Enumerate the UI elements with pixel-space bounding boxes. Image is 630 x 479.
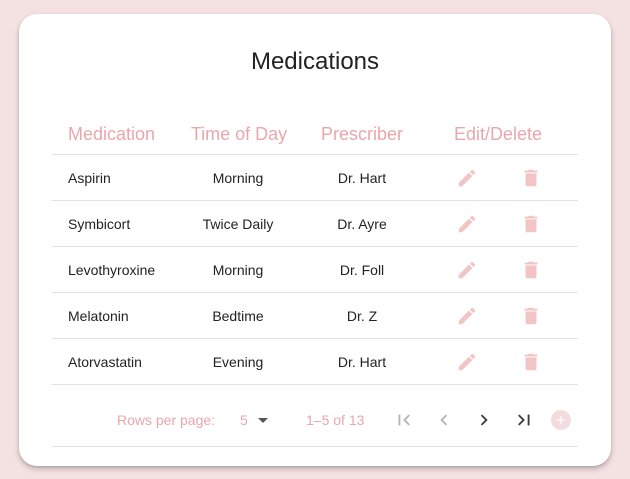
cell-medication: Levothyroxine <box>68 261 156 278</box>
pencil-icon <box>458 261 476 278</box>
column-header-time-of-day[interactable]: Time of Day <box>184 114 294 154</box>
chevron-right-icon <box>480 414 488 426</box>
caret-down-icon <box>257 417 268 423</box>
last-page-button[interactable] <box>512 408 536 432</box>
chevron-left-icon <box>440 414 448 426</box>
cell-prescriber: Dr. Ayre <box>337 215 387 232</box>
delete-button[interactable] <box>518 247 544 292</box>
medications-card: Medications Medication Time of Day Presc… <box>19 14 611 466</box>
pencil-icon <box>458 169 476 186</box>
cell-prescriber: Dr. Hart <box>337 169 387 186</box>
cell-time-of-day: Morning <box>212 169 264 186</box>
delete-button[interactable] <box>518 155 544 200</box>
pencil-icon <box>458 215 476 232</box>
trash-icon <box>524 307 538 324</box>
cell-time-of-day: Bedtime <box>212 307 264 324</box>
trash-icon <box>524 215 538 232</box>
edit-button[interactable] <box>454 339 480 384</box>
delete-button[interactable] <box>518 201 544 246</box>
rows-per-page-select[interactable]: 5 <box>240 394 268 446</box>
cell-medication: Melatonin <box>68 307 129 324</box>
cell-medication: Aspirin <box>68 169 111 186</box>
last-page-icon <box>518 414 530 426</box>
delete-button[interactable] <box>518 293 544 338</box>
first-page-icon <box>398 414 410 426</box>
edit-button[interactable] <box>454 247 480 292</box>
table-row: Symbicort Twice Daily Dr. Ayre <box>52 201 578 247</box>
column-header-edit-delete: Edit/Delete <box>454 123 543 144</box>
pencil-icon <box>458 353 476 370</box>
first-page-button[interactable] <box>392 408 416 432</box>
page-title: Medications <box>250 48 380 75</box>
next-page-button[interactable] <box>472 408 496 432</box>
cell-medication: Symbicort <box>68 215 131 232</box>
table-row: Levothyroxine Morning Dr. Foll <box>52 247 578 293</box>
add-circle-icon <box>551 410 571 430</box>
cell-medication: Atorvastatin <box>68 353 142 370</box>
pencil-icon <box>458 307 476 324</box>
cell-prescriber: Dr. Z <box>346 307 378 324</box>
pagination-range: 1–5 of 13 <box>306 412 365 428</box>
rows-per-page-label: Rows per page: <box>117 412 216 428</box>
column-header-prescriber[interactable]: Prescriber <box>314 114 410 154</box>
edit-button[interactable] <box>454 201 480 246</box>
edit-button[interactable] <box>454 155 480 200</box>
cell-prescriber: Dr. Hart <box>337 353 387 370</box>
trash-icon <box>524 353 538 370</box>
medications-table: Medication Time of Day Prescriber Edit/D… <box>52 114 578 385</box>
rows-per-page-value: 5 <box>240 412 248 428</box>
cell-time-of-day: Morning <box>212 261 264 278</box>
trash-icon <box>524 261 538 278</box>
delete-button[interactable] <box>518 339 544 384</box>
table-row: Melatonin Bedtime Dr. Z <box>52 293 578 339</box>
column-header-medication[interactable]: Medication <box>68 114 155 154</box>
trash-icon <box>524 169 538 186</box>
previous-page-button[interactable] <box>432 408 456 432</box>
cell-prescriber: Dr. Foll <box>339 261 385 278</box>
table-row: Aspirin Morning Dr. Hart <box>52 155 578 201</box>
table-row: Atorvastatin Evening Dr. Hart <box>52 339 578 385</box>
cell-time-of-day: Evening <box>212 353 264 370</box>
add-medication-button[interactable] <box>549 408 573 432</box>
edit-button[interactable] <box>454 293 480 338</box>
table-header: Medication Time of Day Prescriber Edit/D… <box>52 114 578 155</box>
cell-time-of-day: Twice Daily <box>202 215 274 232</box>
pagination-bar: Rows per page: 5 1–5 of 13 <box>52 394 578 447</box>
